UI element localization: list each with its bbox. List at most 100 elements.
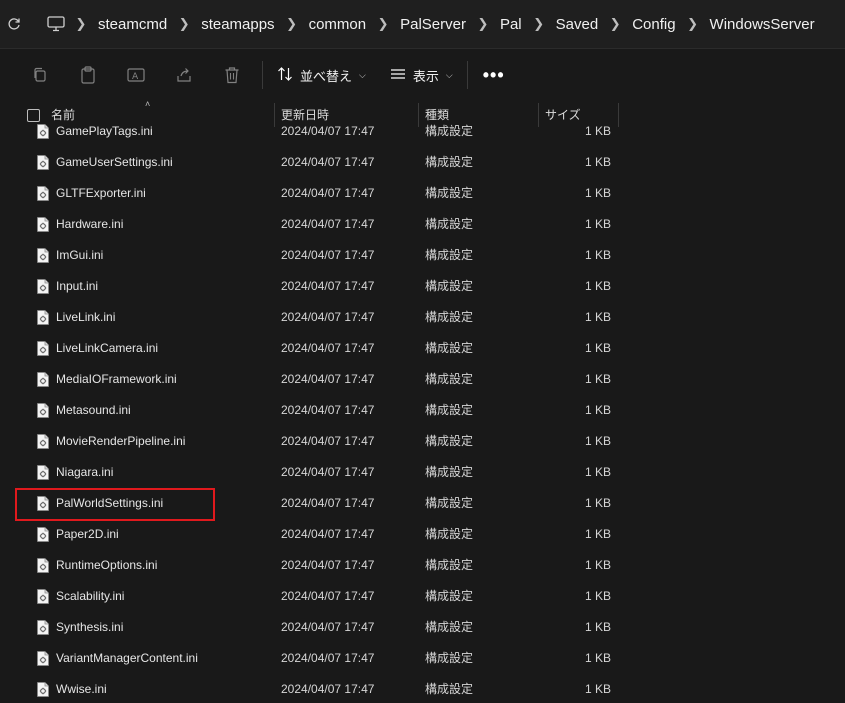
file-row[interactable]: GameUserSettings.ini 2024/04/07 17:47 構成設定… [0, 147, 845, 178]
delete-icon[interactable] [208, 57, 256, 93]
share-icon[interactable] [160, 57, 208, 93]
toolbar-divider [466, 61, 468, 89]
chevron-right-icon[interactable]: ❯ [368, 16, 398, 32]
file-date: 2024/04/07 17:47 [281, 124, 375, 138]
file-name: Hardware.ini [56, 217, 124, 231]
file-type: 構成設定 [425, 310, 474, 324]
view-icon [390, 67, 406, 84]
sort-ascending-icon: ˄ [145, 99, 151, 109]
ini-file-icon [37, 589, 49, 604]
file-type: 構成設定 [425, 527, 474, 541]
ini-file-icon [37, 620, 49, 635]
file-row[interactable]: LiveLinkCamera.ini 2024/04/07 17:47 構成設定 1 … [0, 333, 845, 364]
chevron-right-icon[interactable]: ❯ [66, 16, 96, 32]
file-row[interactable]: Wwise.ini 2024/04/07 17:47 構成設定 1 KB [0, 674, 845, 703]
file-type: 構成設定 [425, 186, 474, 200]
file-name: GLTFExporter.ini [56, 186, 146, 200]
svg-text:A: A [132, 72, 139, 82]
file-name: GamePlayTags.ini [56, 124, 153, 138]
ini-file-icon [37, 341, 49, 356]
file-row[interactable]: Synthesis.ini 2024/04/07 17:47 構成設定 1 KB [0, 612, 845, 643]
chevron-right-icon[interactable]: ❯ [524, 16, 554, 32]
file-row[interactable]: MediaIOFramework.ini 2024/04/07 17:47 構成設定… [0, 364, 845, 395]
file-row[interactable]: Scalability.ini 2024/04/07 17:47 構成設定 1 KB [0, 581, 845, 612]
file-row[interactable]: ImGui.ini 2024/04/07 17:47 構成設定 1 KB [0, 240, 845, 271]
address-bar: ❯ steamcmd ❯ steamapps ❯ common ❯ PalSer… [0, 0, 845, 49]
file-row[interactable]: MovieRenderPipeline.ini 2024/04/07 17:47 構… [0, 426, 845, 457]
sort-icon [277, 66, 293, 85]
file-type: 構成設定 [425, 341, 474, 355]
file-name: Metasound.ini [56, 403, 131, 417]
file-size: 1 KB [584, 434, 611, 448]
ini-file-icon [37, 124, 49, 139]
breadcrumb-item-pal[interactable]: Pal [498, 16, 524, 33]
file-row[interactable]: VariantManagerContent.ini 2024/04/07 17:4… [0, 643, 845, 674]
chevron-right-icon[interactable]: ❯ [169, 16, 199, 32]
pc-icon[interactable] [46, 14, 66, 34]
ini-file-icon [37, 155, 49, 170]
sort-label: 並べ替え [300, 68, 353, 84]
file-row[interactable]: Metasound.ini 2024/04/07 17:47 構成設定 1 KB [0, 395, 845, 426]
file-date: 2024/04/07 17:47 [281, 527, 375, 541]
file-name: Niagara.ini [56, 465, 114, 479]
more-options-button[interactable]: ••• [474, 57, 514, 93]
file-name: ImGui.ini [56, 248, 104, 262]
file-size: 1 KB [584, 372, 611, 386]
file-name: MediaIOFramework.ini [56, 372, 177, 386]
file-size: 1 KB [584, 651, 611, 665]
file-size: 1 KB [584, 589, 611, 603]
file-row[interactable]: Input.ini 2024/04/07 17:47 構成設定 1 KB [0, 271, 845, 302]
ini-file-icon [37, 217, 49, 232]
file-date: 2024/04/07 17:47 [281, 682, 375, 696]
file-size: 1 KB [584, 558, 611, 572]
file-row[interactable]: Paper2D.ini 2024/04/07 17:47 構成設定 1 KB [0, 519, 845, 550]
file-row[interactable]: Hardware.ini 2024/04/07 17:47 構成設定 1 KB [0, 209, 845, 240]
file-date: 2024/04/07 17:47 [281, 155, 375, 169]
file-type: 構成設定 [425, 434, 474, 448]
chevron-right-icon[interactable]: ❯ [277, 16, 307, 32]
file-type: 構成設定 [425, 124, 474, 138]
file-name: VariantManagerContent.ini [56, 651, 198, 665]
paste-icon[interactable] [64, 57, 112, 93]
file-size: 1 KB [584, 186, 611, 200]
file-row[interactable]: GLTFExporter.ini 2024/04/07 17:47 構成設定 1 KB [0, 178, 845, 209]
file-date: 2024/04/07 17:47 [281, 186, 375, 200]
chevron-right-icon[interactable]: ❯ [678, 16, 708, 32]
breadcrumb-item-steamapps[interactable]: steamapps [199, 16, 276, 33]
file-size: 1 KB [584, 124, 611, 138]
file-date: 2024/04/07 17:47 [281, 341, 375, 355]
file-row[interactable]: GamePlayTags.ini 2024/04/07 17:47 構成設定 1 KB [0, 120, 845, 147]
file-size: 1 KB [584, 465, 611, 479]
file-row[interactable]: RuntimeOptions.ini 2024/04/07 17:47 構成設定 1 … [0, 550, 845, 581]
file-type: 構成設定 [425, 155, 474, 169]
rename-icon[interactable]: A [112, 57, 160, 93]
breadcrumb-item-steamcmd[interactable]: steamcmd [96, 16, 169, 33]
breadcrumb-item-common[interactable]: common [307, 16, 369, 33]
file-row[interactable]: LiveLink.ini 2024/04/07 17:47 構成設定 1 KB [0, 302, 845, 333]
file-size: 1 KB [584, 310, 611, 324]
file-type: 構成設定 [425, 279, 474, 293]
breadcrumb-item-palserver[interactable]: PalServer [398, 16, 468, 33]
sort-button[interactable]: 並べ替え ⌵ [269, 57, 374, 93]
highlight-box [15, 488, 215, 521]
breadcrumb-item-windowsserver[interactable]: WindowsServer [708, 16, 817, 33]
file-type: 構成設定 [425, 651, 474, 665]
file-list: GamePlayTags.ini 2024/04/07 17:47 構成設定 1 KB… [0, 120, 845, 703]
refresh-icon[interactable] [0, 10, 28, 38]
ini-file-icon [37, 651, 49, 666]
chevron-right-icon[interactable]: ❯ [600, 16, 630, 32]
ini-file-icon [37, 279, 49, 294]
chevron-right-icon[interactable]: ❯ [468, 16, 498, 32]
view-button[interactable]: 表示 ⌵ [382, 57, 461, 93]
ini-file-icon [37, 465, 49, 480]
file-row[interactable]: Niagara.ini 2024/04/07 17:47 構成設定 1 KB [0, 457, 845, 488]
ini-file-icon [37, 372, 49, 387]
file-type: 構成設定 [425, 248, 474, 262]
view-label: 表示 [412, 68, 439, 84]
breadcrumb-item-config[interactable]: Config [630, 16, 677, 33]
breadcrumb-item-saved[interactable]: Saved [554, 16, 601, 33]
file-date: 2024/04/07 17:47 [281, 651, 375, 665]
file-size: 1 KB [584, 248, 611, 262]
copy-icon[interactable] [16, 57, 64, 93]
ini-file-icon [37, 248, 49, 263]
